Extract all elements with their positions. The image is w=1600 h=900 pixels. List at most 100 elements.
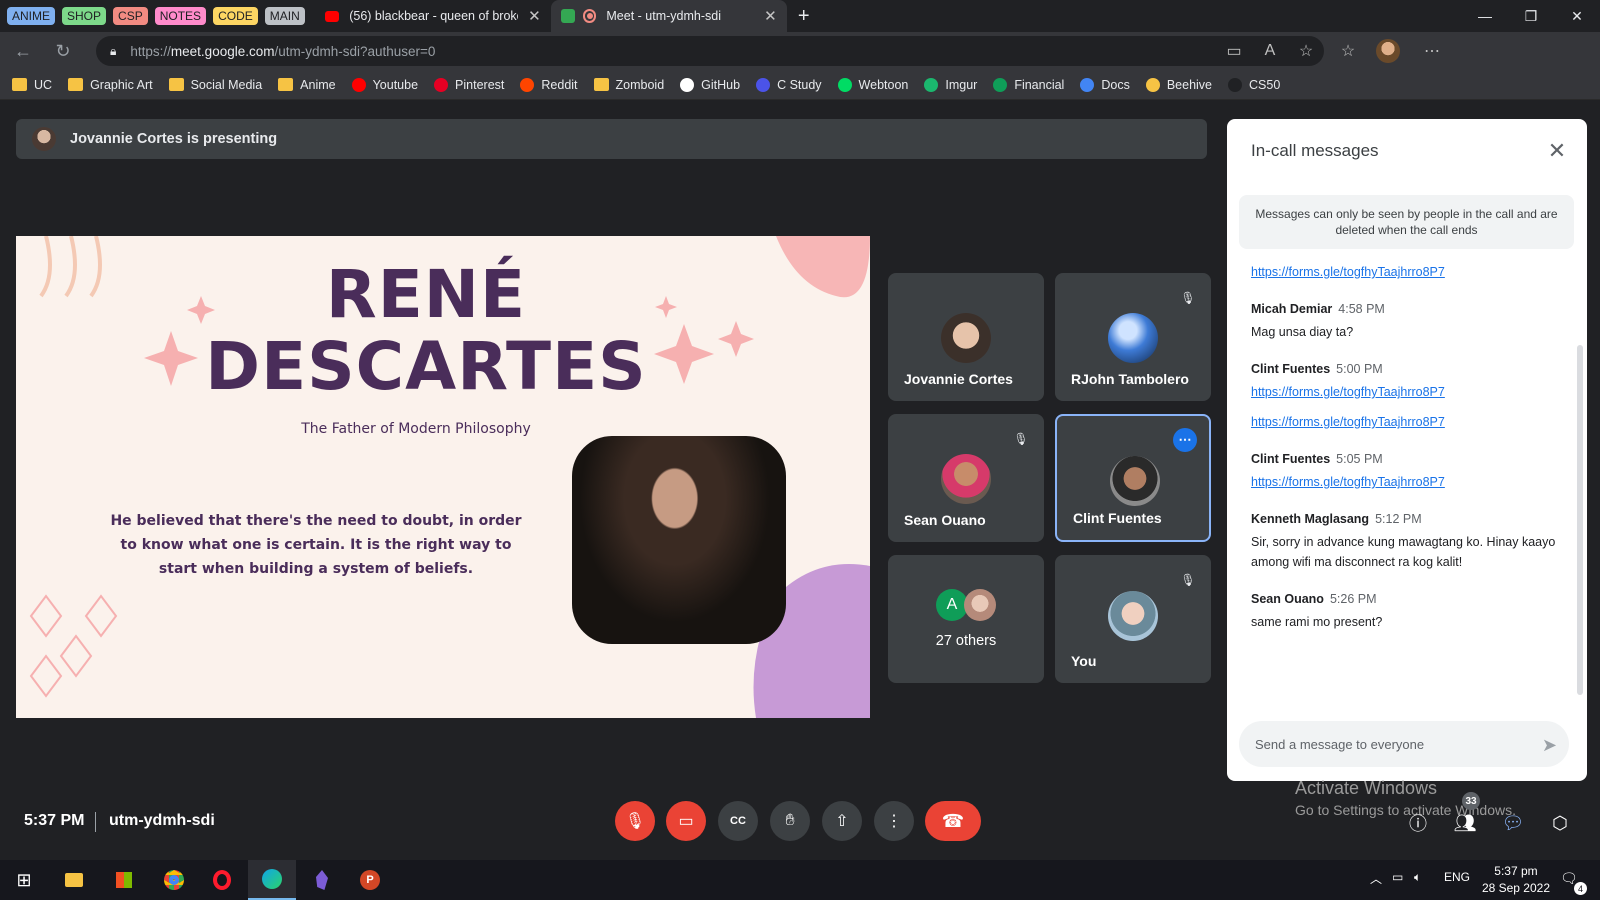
tab-group-shop[interactable]: SHOP xyxy=(62,7,107,25)
file-explorer-icon[interactable] xyxy=(50,860,98,900)
message-link[interactable]: https://forms.gle/togfhyTaajhrro8P7 xyxy=(1251,262,1571,282)
show-hidden-icons[interactable]: ︿ xyxy=(1370,870,1382,887)
message-link[interactable]: https://forms.gle/togfhyTaajhrro8P7 xyxy=(1251,382,1571,402)
mic-off-button[interactable]: 🎙︎ xyxy=(615,801,655,841)
present-screen-button[interactable]: ⇧ xyxy=(822,801,862,841)
beehive-icon xyxy=(1145,77,1160,92)
presenting-text: Jovannie Cortes is presenting xyxy=(70,131,278,147)
network-icon[interactable]: ▭ xyxy=(1392,870,1403,884)
bookmark-c-study[interactable]: C Study xyxy=(756,77,822,92)
tab-group-notes[interactable]: NOTES xyxy=(154,7,207,25)
bookmark-graphic-art[interactable]: Graphic Art xyxy=(68,78,153,92)
people-icon[interactable]: 👥︎ xyxy=(1450,808,1480,838)
captions-button[interactable]: CC xyxy=(718,801,758,841)
chrome-icon[interactable] xyxy=(150,860,198,900)
add-favorite-icon[interactable]: ☆ xyxy=(1288,36,1324,66)
send-icon[interactable]: ➤ xyxy=(1542,735,1557,756)
bookmark-webtoon[interactable]: Webtoon xyxy=(837,77,908,92)
participant-tile[interactable]: Jovannie Cortes xyxy=(888,273,1044,401)
message-link[interactable]: https://forms.gle/togfhyTaajhrro8P7 xyxy=(1251,412,1571,432)
meeting-details-icon[interactable]: ⓘ xyxy=(1403,808,1433,838)
close-icon[interactable]: ✕ xyxy=(1543,137,1571,165)
bookmark-beehive[interactable]: Beehive xyxy=(1145,77,1212,92)
bookmark-social-media[interactable]: Social Media xyxy=(168,78,262,92)
lock-icon: 🔒︎ xyxy=(110,43,117,58)
more-options-icon[interactable]: ⋯ xyxy=(1173,428,1197,452)
address-bar[interactable]: 🔒︎ https://meet.google.com/utm-ydmh-sdi?… xyxy=(96,36,1324,66)
others-tile[interactable]: A 27 others xyxy=(888,555,1044,683)
bookmark-docs[interactable]: Docs xyxy=(1080,77,1130,92)
bookmark-pinterest[interactable]: Pinterest xyxy=(434,77,504,92)
message-header: Micah Demiar 4:58 PM xyxy=(1251,302,1571,316)
more-options-button[interactable]: ⋮ xyxy=(874,801,914,841)
tab-title: (56) blackbear - queen of broken xyxy=(349,9,519,23)
message-sender: Clint Fuentes xyxy=(1251,452,1331,466)
bookmark-financial[interactable]: Financial xyxy=(993,77,1064,92)
participant-avatar xyxy=(941,454,991,504)
reload-icon[interactable]: ↻ xyxy=(46,36,80,66)
bookmark-label: Zomboid xyxy=(615,77,665,92)
tab-group-anime[interactable]: ANIME xyxy=(7,7,56,25)
obsidian-icon[interactable] xyxy=(298,860,346,900)
imgur-icon xyxy=(924,77,939,92)
participant-tile-active[interactable]: ⋯ Clint Fuentes xyxy=(1055,414,1211,542)
raise-hand-button[interactable]: ✋︎ xyxy=(770,801,810,841)
chat-message-input[interactable]: Send a message to everyone ➤ xyxy=(1239,721,1569,767)
bookmark-zomboid[interactable]: Zomboid xyxy=(593,77,665,92)
slide-title-line1: RENÉ xyxy=(325,256,527,333)
others-count-label: 27 others xyxy=(935,633,997,649)
close-tab-icon[interactable]: ✕ xyxy=(528,7,541,25)
chat-icon[interactable]: 💬︎ xyxy=(1498,808,1528,838)
self-tile[interactable]: 🎙︎ You xyxy=(1055,555,1211,683)
back-icon[interactable]: ← xyxy=(6,36,40,66)
windows-start-icon[interactable]: ⊞ xyxy=(0,860,48,900)
message-time: 5:05 PM xyxy=(1336,452,1383,466)
bookmark-reddit[interactable]: Reddit xyxy=(520,77,578,92)
tab-group-main[interactable]: MAIN xyxy=(264,7,305,25)
camera-off-button[interactable]: ▭ xyxy=(666,801,706,841)
new-tab-icon[interactable]: + xyxy=(787,0,821,32)
edge-icon[interactable] xyxy=(248,860,296,900)
activities-icon[interactable]: ⬡ xyxy=(1545,808,1575,838)
more-menu-icon[interactable]: ⋯ xyxy=(1414,36,1450,66)
participant-tile[interactable]: 🎙︎ RJohn Tambolero xyxy=(1055,273,1211,401)
chat-scrollbar[interactable] xyxy=(1577,345,1583,695)
pinterest-icon xyxy=(434,77,449,92)
bookmark-uc[interactable]: UC xyxy=(12,78,52,92)
system-clock[interactable]: 5:37 pm 28 Sep 2022 xyxy=(1482,863,1550,897)
self-avatar xyxy=(1108,591,1158,641)
restore-icon[interactable]: ❐ xyxy=(1508,0,1554,32)
meeting-time: 5:37 PM xyxy=(24,812,85,829)
chat-message: Sean Ouano 5:26 PM same rami mo present? xyxy=(1251,592,1571,632)
chat-message: Micah Demiar 4:58 PM Mag unsa diay ta? xyxy=(1251,302,1571,342)
folder-icon xyxy=(278,78,294,91)
leave-call-button[interactable]: ☎︎ xyxy=(925,801,981,841)
bookmark-anime[interactable]: Anime xyxy=(278,78,336,92)
bookmark-label: Docs xyxy=(1101,77,1130,92)
profile-avatar[interactable] xyxy=(1376,39,1400,63)
message-time: 5:26 PM xyxy=(1329,592,1377,606)
bookmark-youtube[interactable]: Youtube xyxy=(351,77,418,92)
message-link[interactable]: https://forms.gle/togfhyTaajhrro8P7 xyxy=(1251,472,1571,492)
close-tab-icon[interactable]: ✕ xyxy=(764,7,777,25)
tab-meet[interactable]: Meet - utm-ydmh-sdi ✕ xyxy=(550,0,787,32)
minimize-icon[interactable]: — xyxy=(1462,0,1508,32)
camera-permission-icon[interactable]: ▭ xyxy=(1216,36,1252,66)
powerpoint-icon[interactable]: P xyxy=(346,860,394,900)
opera-icon[interactable] xyxy=(198,860,246,900)
close-window-icon[interactable]: ✕ xyxy=(1554,0,1600,32)
tab-group-code[interactable]: CODE xyxy=(213,7,258,25)
read-aloud-icon[interactable]: A xyxy=(1252,36,1288,66)
tab-youtube[interactable]: (56) blackbear - queen of broken ✕ xyxy=(315,0,551,32)
bookmark-imgur[interactable]: Imgur xyxy=(924,77,977,92)
bookmark-cs50[interactable]: CS50 xyxy=(1228,77,1280,92)
participant-tile[interactable]: 🎙︎ Sean Ouano xyxy=(888,414,1044,542)
chat-title: In-call messages xyxy=(1251,141,1379,160)
presenting-banner: Jovannie Cortes is presenting xyxy=(16,119,1207,159)
tab-group-csp[interactable]: CSP xyxy=(113,7,148,25)
favorites-icon[interactable]: ☆ xyxy=(1330,36,1366,66)
bookmark-github[interactable]: GitHub xyxy=(680,77,740,92)
microsoft-store-icon[interactable] xyxy=(100,860,148,900)
volume-icon[interactable]: 🔈︎ xyxy=(1414,870,1421,885)
language-indicator[interactable]: ENG xyxy=(1444,870,1470,884)
